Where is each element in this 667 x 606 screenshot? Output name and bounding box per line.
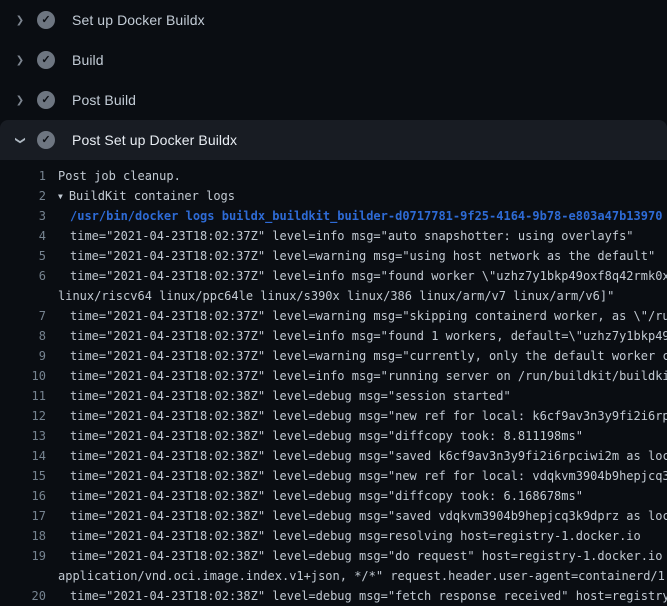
log-line: 2 ▼BuildKit container logs bbox=[0, 186, 667, 206]
actions-log-viewer: { "colors": { "page_bg": "#0a0d12", "hea… bbox=[0, 0, 667, 600]
line-number[interactable]: 7 bbox=[0, 306, 46, 326]
log-text: linux/riscv64 linux/ppc64le linux/s390x … bbox=[58, 286, 614, 306]
line-number[interactable]: 9 bbox=[0, 346, 46, 366]
check-circle-icon: ✓ bbox=[37, 131, 55, 149]
line-number[interactable]: 4 bbox=[0, 226, 46, 246]
step-post-set-up-docker-buildx[interactable]: ❯ ✓ Post Set up Docker Buildx bbox=[0, 120, 667, 160]
log-text: application/vnd.oci.image.index.v1+json,… bbox=[58, 566, 667, 586]
log-text: time="2021-04-23T18:02:37Z" level=warnin… bbox=[58, 246, 655, 266]
check-circle-icon: ✓ bbox=[37, 91, 55, 109]
log-line: 16 time="2021-04-23T18:02:38Z" level=deb… bbox=[0, 486, 667, 506]
log-text: time="2021-04-23T18:02:37Z" level=info m… bbox=[58, 266, 667, 286]
line-number[interactable]: 1 bbox=[0, 166, 46, 186]
log-line: 9 time="2021-04-23T18:02:37Z" level=warn… bbox=[0, 346, 667, 366]
log-area: 1 Post job cleanup. 2 ▼BuildKit containe… bbox=[0, 160, 667, 606]
log-line: 8 time="2021-04-23T18:02:37Z" level=info… bbox=[0, 326, 667, 346]
log-line: 5 time="2021-04-23T18:02:37Z" level=warn… bbox=[0, 246, 667, 266]
log-text: time="2021-04-23T18:02:38Z" level=debug … bbox=[58, 546, 667, 566]
line-number[interactable]: 3 bbox=[0, 206, 46, 226]
log-line: application/vnd.oci.image.index.v1+json,… bbox=[0, 566, 667, 586]
step-post-build[interactable]: ❯ ✓ Post Build bbox=[0, 80, 667, 120]
log-line: 6 time="2021-04-23T18:02:37Z" level=info… bbox=[0, 266, 667, 286]
log-text: time="2021-04-23T18:02:37Z" level=info m… bbox=[58, 366, 667, 386]
log-line: 12 time="2021-04-23T18:02:38Z" level=deb… bbox=[0, 406, 667, 426]
group-toggle-icon[interactable]: ▼ bbox=[58, 187, 63, 206]
log-text: time="2021-04-23T18:02:38Z" level=debug … bbox=[58, 506, 667, 526]
log-line: 19 time="2021-04-23T18:02:38Z" level=deb… bbox=[0, 546, 667, 566]
line-number[interactable]: 14 bbox=[0, 446, 46, 466]
line-number[interactable]: 15 bbox=[0, 466, 46, 486]
log-text: time="2021-04-23T18:02:37Z" level=info m… bbox=[58, 226, 634, 246]
line-number[interactable]: 6 bbox=[0, 266, 46, 286]
log-text: time="2021-04-23T18:02:37Z" level=warnin… bbox=[58, 306, 667, 326]
log-line: 4 time="2021-04-23T18:02:37Z" level=info… bbox=[0, 226, 667, 246]
line-number[interactable]: 2 bbox=[0, 186, 46, 206]
line-number[interactable]: 19 bbox=[0, 546, 46, 566]
log-line: 17 time="2021-04-23T18:02:38Z" level=deb… bbox=[0, 506, 667, 526]
step-label: Build bbox=[72, 52, 104, 68]
log-text: time="2021-04-23T18:02:38Z" level=debug … bbox=[58, 446, 667, 466]
line-number[interactable]: 10 bbox=[0, 366, 46, 386]
log-text: time="2021-04-23T18:02:38Z" level=debug … bbox=[58, 486, 583, 506]
log-text: time="2021-04-23T18:02:38Z" level=debug … bbox=[58, 426, 583, 446]
step-build[interactable]: ❯ ✓ Build bbox=[0, 40, 667, 80]
step-label: Post Set up Docker Buildx bbox=[72, 132, 237, 148]
line-number[interactable]: 13 bbox=[0, 426, 46, 446]
line-number[interactable] bbox=[0, 286, 46, 306]
check-circle-icon: ✓ bbox=[37, 11, 55, 29]
log-line: 13 time="2021-04-23T18:02:38Z" level=deb… bbox=[0, 426, 667, 446]
step-label: Post Build bbox=[72, 92, 136, 108]
line-number[interactable]: 20 bbox=[0, 586, 46, 606]
log-line: 3 /usr/bin/docker logs buildx_buildkit_b… bbox=[0, 206, 667, 226]
chevron-right-icon: ❯ bbox=[12, 55, 28, 66]
step-set-up-docker-buildx[interactable]: ❯ ✓ Set up Docker Buildx bbox=[0, 0, 667, 40]
log-line: 1 Post job cleanup. bbox=[0, 166, 667, 186]
log-line: 14 time="2021-04-23T18:02:38Z" level=deb… bbox=[0, 446, 667, 466]
line-number[interactable]: 17 bbox=[0, 506, 46, 526]
line-number[interactable]: 5 bbox=[0, 246, 46, 266]
line-number[interactable]: 16 bbox=[0, 486, 46, 506]
chevron-right-icon: ❯ bbox=[12, 95, 28, 106]
step-list: ❯ ✓ Set up Docker Buildx ❯ ✓ Build ❯ ✓ P… bbox=[0, 0, 667, 160]
chevron-right-icon: ❯ bbox=[12, 15, 28, 26]
line-number[interactable]: 11 bbox=[0, 386, 46, 406]
log-text: time="2021-04-23T18:02:38Z" level=debug … bbox=[58, 406, 667, 426]
check-circle-icon: ✓ bbox=[37, 51, 55, 69]
chevron-down-icon: ❯ bbox=[15, 132, 26, 148]
log-lines: 1 Post job cleanup. 2 ▼BuildKit containe… bbox=[0, 166, 667, 606]
line-number[interactable]: 18 bbox=[0, 526, 46, 546]
step-label: Set up Docker Buildx bbox=[72, 12, 205, 28]
log-text: time="2021-04-23T18:02:38Z" level=debug … bbox=[58, 386, 511, 406]
log-text: time="2021-04-23T18:02:37Z" level=info m… bbox=[58, 326, 667, 346]
log-line: 18 time="2021-04-23T18:02:38Z" level=deb… bbox=[0, 526, 667, 546]
log-text: time="2021-04-23T18:02:38Z" level=debug … bbox=[58, 586, 667, 606]
log-text: time="2021-04-23T18:02:38Z" level=debug … bbox=[58, 526, 641, 546]
log-text: ▼BuildKit container logs bbox=[58, 186, 235, 206]
line-number[interactable] bbox=[0, 566, 46, 586]
log-line: 20 time="2021-04-23T18:02:38Z" level=deb… bbox=[0, 586, 667, 606]
log-line: 7 time="2021-04-23T18:02:37Z" level=warn… bbox=[0, 306, 667, 326]
log-line: 10 time="2021-04-23T18:02:37Z" level=inf… bbox=[0, 366, 667, 386]
log-text: Post job cleanup. bbox=[58, 166, 181, 186]
line-number[interactable]: 8 bbox=[0, 326, 46, 346]
log-line: 15 time="2021-04-23T18:02:38Z" level=deb… bbox=[0, 466, 667, 486]
log-text: time="2021-04-23T18:02:38Z" level=debug … bbox=[58, 466, 667, 486]
log-text: /usr/bin/docker logs buildx_buildkit_bui… bbox=[58, 206, 662, 226]
log-line: linux/riscv64 linux/ppc64le linux/s390x … bbox=[0, 286, 667, 306]
log-text: time="2021-04-23T18:02:37Z" level=warnin… bbox=[58, 346, 667, 366]
line-number[interactable]: 12 bbox=[0, 406, 46, 426]
log-line: 11 time="2021-04-23T18:02:38Z" level=deb… bbox=[0, 386, 667, 406]
